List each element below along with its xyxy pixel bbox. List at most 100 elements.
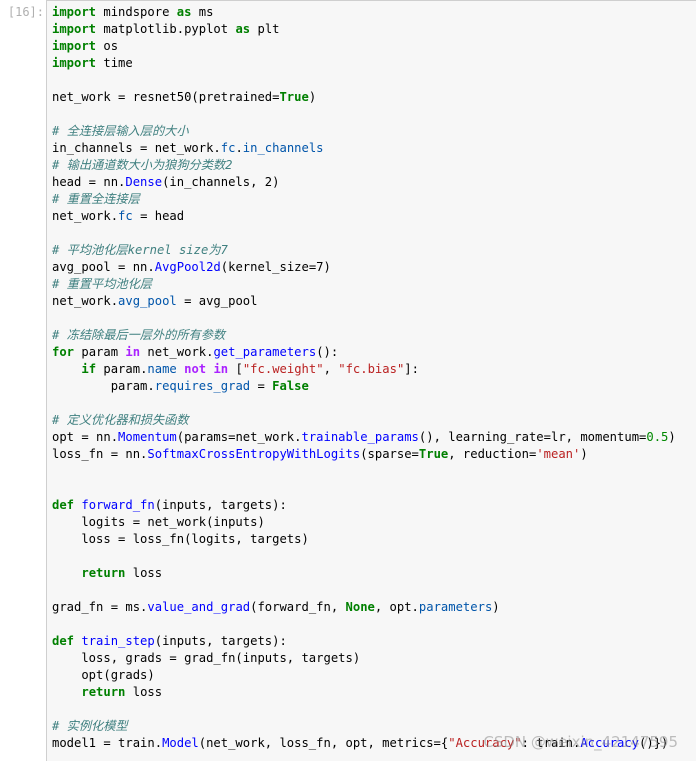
code-line: if param.name not in ["fc.weight", "fc.b…	[52, 361, 676, 378]
code-token: net_work.	[52, 294, 119, 308]
code-token: time	[96, 56, 133, 70]
code-line: # 平均池化层kernel size为7	[52, 242, 676, 259]
code-token: name	[147, 362, 177, 376]
code-token: )	[492, 600, 500, 614]
code-token: SoftmaxCrossEntropyWithLogits	[147, 447, 361, 461]
code-token: avg_pool = nn.	[52, 260, 155, 274]
code-token: "fc.bias"	[338, 362, 405, 376]
code-token: Momentum	[118, 430, 177, 444]
code-token: in	[125, 345, 141, 359]
code-token: train_step	[81, 634, 155, 648]
code-token: parameters	[418, 600, 493, 614]
code-token: for	[52, 345, 75, 359]
code-token: opt(grads)	[52, 668, 155, 682]
code-token: # 重置全连接层	[52, 192, 140, 206]
code-token: value_and_grad	[147, 600, 251, 614]
code-line: import matplotlib.pyplot as plt	[52, 21, 676, 38]
code-token: Model	[162, 736, 199, 750]
code-line: def forward_fn(inputs, targets):	[52, 497, 676, 514]
code-token: os	[96, 39, 119, 53]
code-line: # 输出通道数大小为狼狗分类数2	[52, 157, 676, 174]
code-token: loss_fn = nn.	[52, 447, 148, 461]
code-line: avg_pool = nn.AvgPool2d(kernel_size=7)	[52, 259, 676, 276]
code-token: (net_work, loss_fn, opt, metrics={	[198, 736, 449, 750]
code-token: in_channels	[242, 141, 324, 155]
code-token: (params=net_work.	[176, 430, 302, 444]
code-token: matplotlib.pyplot	[96, 22, 236, 36]
code-token: )	[308, 90, 317, 104]
code-token: def	[52, 634, 75, 648]
code-token: ]:	[404, 362, 419, 376]
code-token: loss	[125, 566, 163, 580]
code-line: net_work = resnet50(pretrained=True)	[52, 89, 676, 106]
code-token: (inputs, targets):	[154, 498, 287, 512]
code-token: if	[81, 362, 97, 376]
code-token: # 重置平均池化层	[52, 277, 152, 291]
code-token: param.	[52, 379, 155, 393]
code-token: (kernel_size=7)	[220, 260, 331, 274]
code-token: False	[272, 379, 309, 393]
code-token: grad_fn = ms.	[52, 600, 148, 614]
code-line: loss_fn = nn.SoftmaxCrossEntropyWithLogi…	[52, 446, 676, 463]
code-line: import time	[52, 55, 676, 72]
code-token: fc	[220, 141, 236, 155]
code-token: net_work.	[52, 209, 119, 223]
code-token: net_work = resnet50(pretrained=	[52, 90, 280, 104]
code-token: (inputs, targets):	[154, 634, 287, 648]
code-line: grad_fn = ms.value_and_grad(forward_fn, …	[52, 599, 676, 616]
code-token: trainable_params	[301, 430, 419, 444]
code-line: # 定义优化器和损失函数	[52, 412, 676, 429]
code-line: net_work.avg_pool = avg_pool	[52, 293, 676, 310]
code-token: = avg_pool	[176, 294, 258, 308]
code-token: opt = nn.	[52, 430, 119, 444]
notebook-code-cell[interactable]: [16]: import mindspore as ms import matpl…	[0, 0, 696, 761]
code-line: def train_step(inputs, targets):	[52, 633, 676, 650]
code-token: head = nn.	[52, 175, 126, 189]
code-token: .	[235, 141, 243, 155]
code-token: (in_channels, 2)	[162, 175, 280, 189]
code-token: # 全连接层输入层的大小	[52, 124, 189, 138]
code-token: param.	[96, 362, 148, 376]
code-line: # 全连接层输入层的大小	[52, 123, 676, 140]
code-line: # 冻结除最后一层外的所有参数	[52, 327, 676, 344]
code-token: )	[580, 447, 588, 461]
code-line: opt(grads)	[52, 667, 676, 684]
code-token: , opt.	[374, 600, 419, 614]
code-token: net_work.	[140, 345, 214, 359]
code-token: def	[52, 498, 75, 512]
code-editor[interactable]: import mindspore as ms import matplotlib.…	[52, 4, 676, 752]
code-line: for param in net_work.get_parameters():	[52, 344, 676, 361]
code-token: None	[345, 600, 375, 614]
code-token: requires_grad	[154, 379, 251, 393]
code-token: return	[81, 685, 126, 699]
code-line: param.requires_grad = False	[52, 378, 676, 395]
code-line: net_work.fc = head	[52, 208, 676, 225]
code-token: = head	[132, 209, 185, 223]
code-token: as	[176, 5, 192, 19]
code-token: fc	[118, 209, 133, 223]
code-line: import mindspore as ms	[52, 4, 676, 21]
code-token: ,	[323, 362, 339, 376]
code-token: # 平均池化层kernel size为7	[52, 243, 228, 257]
code-token: =	[250, 379, 273, 393]
code-token: , reduction=	[448, 447, 537, 461]
code-token: mindspore	[96, 5, 177, 19]
code-token: ():	[316, 345, 339, 359]
code-token: in_channels = net_work.	[52, 141, 221, 155]
code-token: (forward_fn,	[250, 600, 346, 614]
code-line: # 重置平均池化层	[52, 276, 676, 293]
code-token: [	[228, 362, 243, 376]
code-token: (), learning_rate=lr, momentum=	[418, 430, 647, 444]
code-token: loss = loss_fn(logits, targets)	[52, 532, 309, 546]
